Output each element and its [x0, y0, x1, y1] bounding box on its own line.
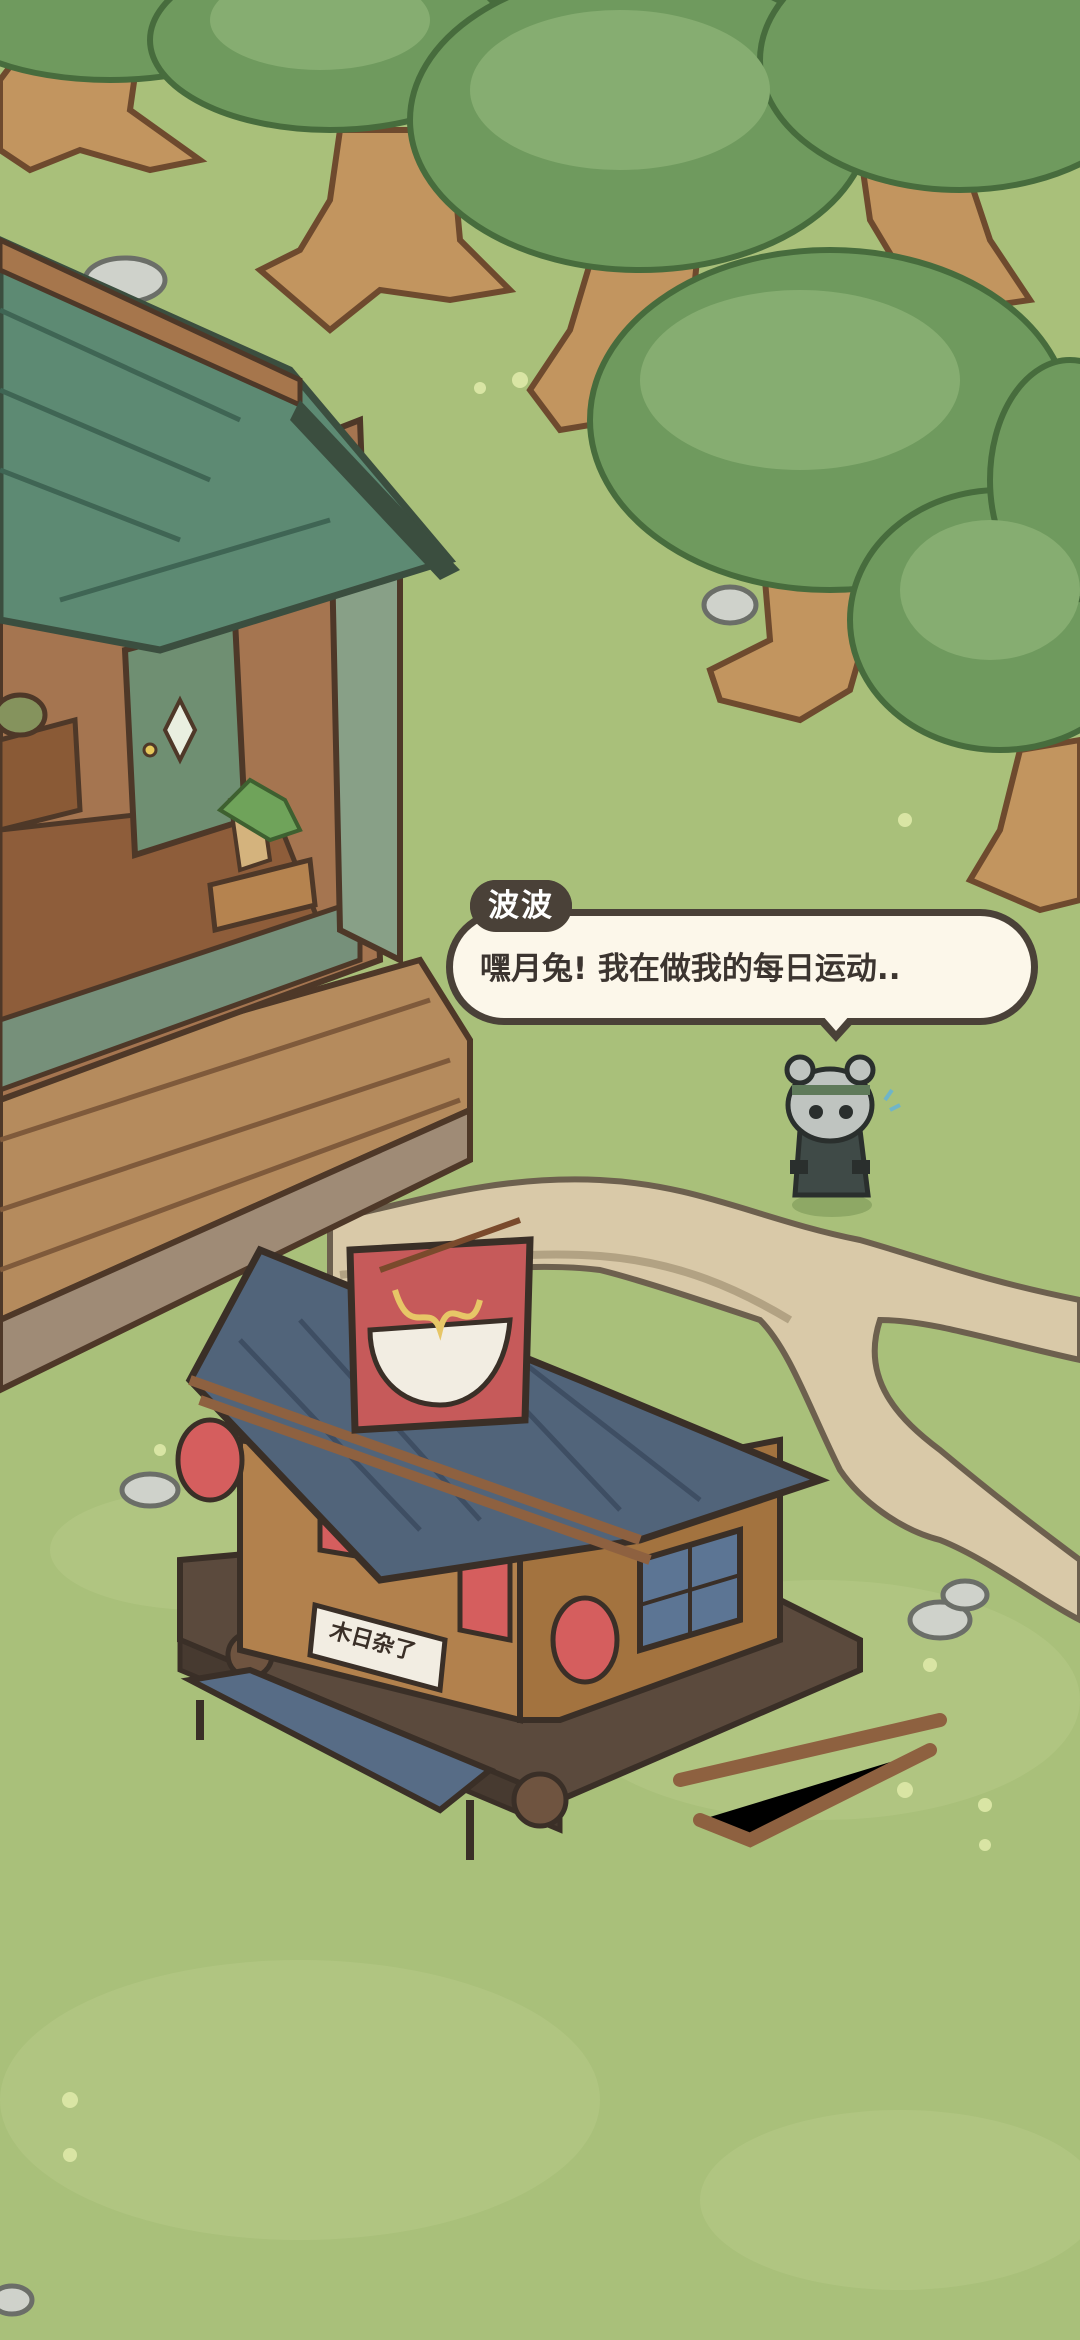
- dialog-text: 嘿月兔! 我在做我的每日运动..: [480, 951, 901, 987]
- game-scene: 木日杂了: [0, 0, 1080, 2340]
- speaker-name-tag-front: 波波: [470, 880, 572, 932]
- speech-bubble-tail-inner: [822, 1015, 850, 1031]
